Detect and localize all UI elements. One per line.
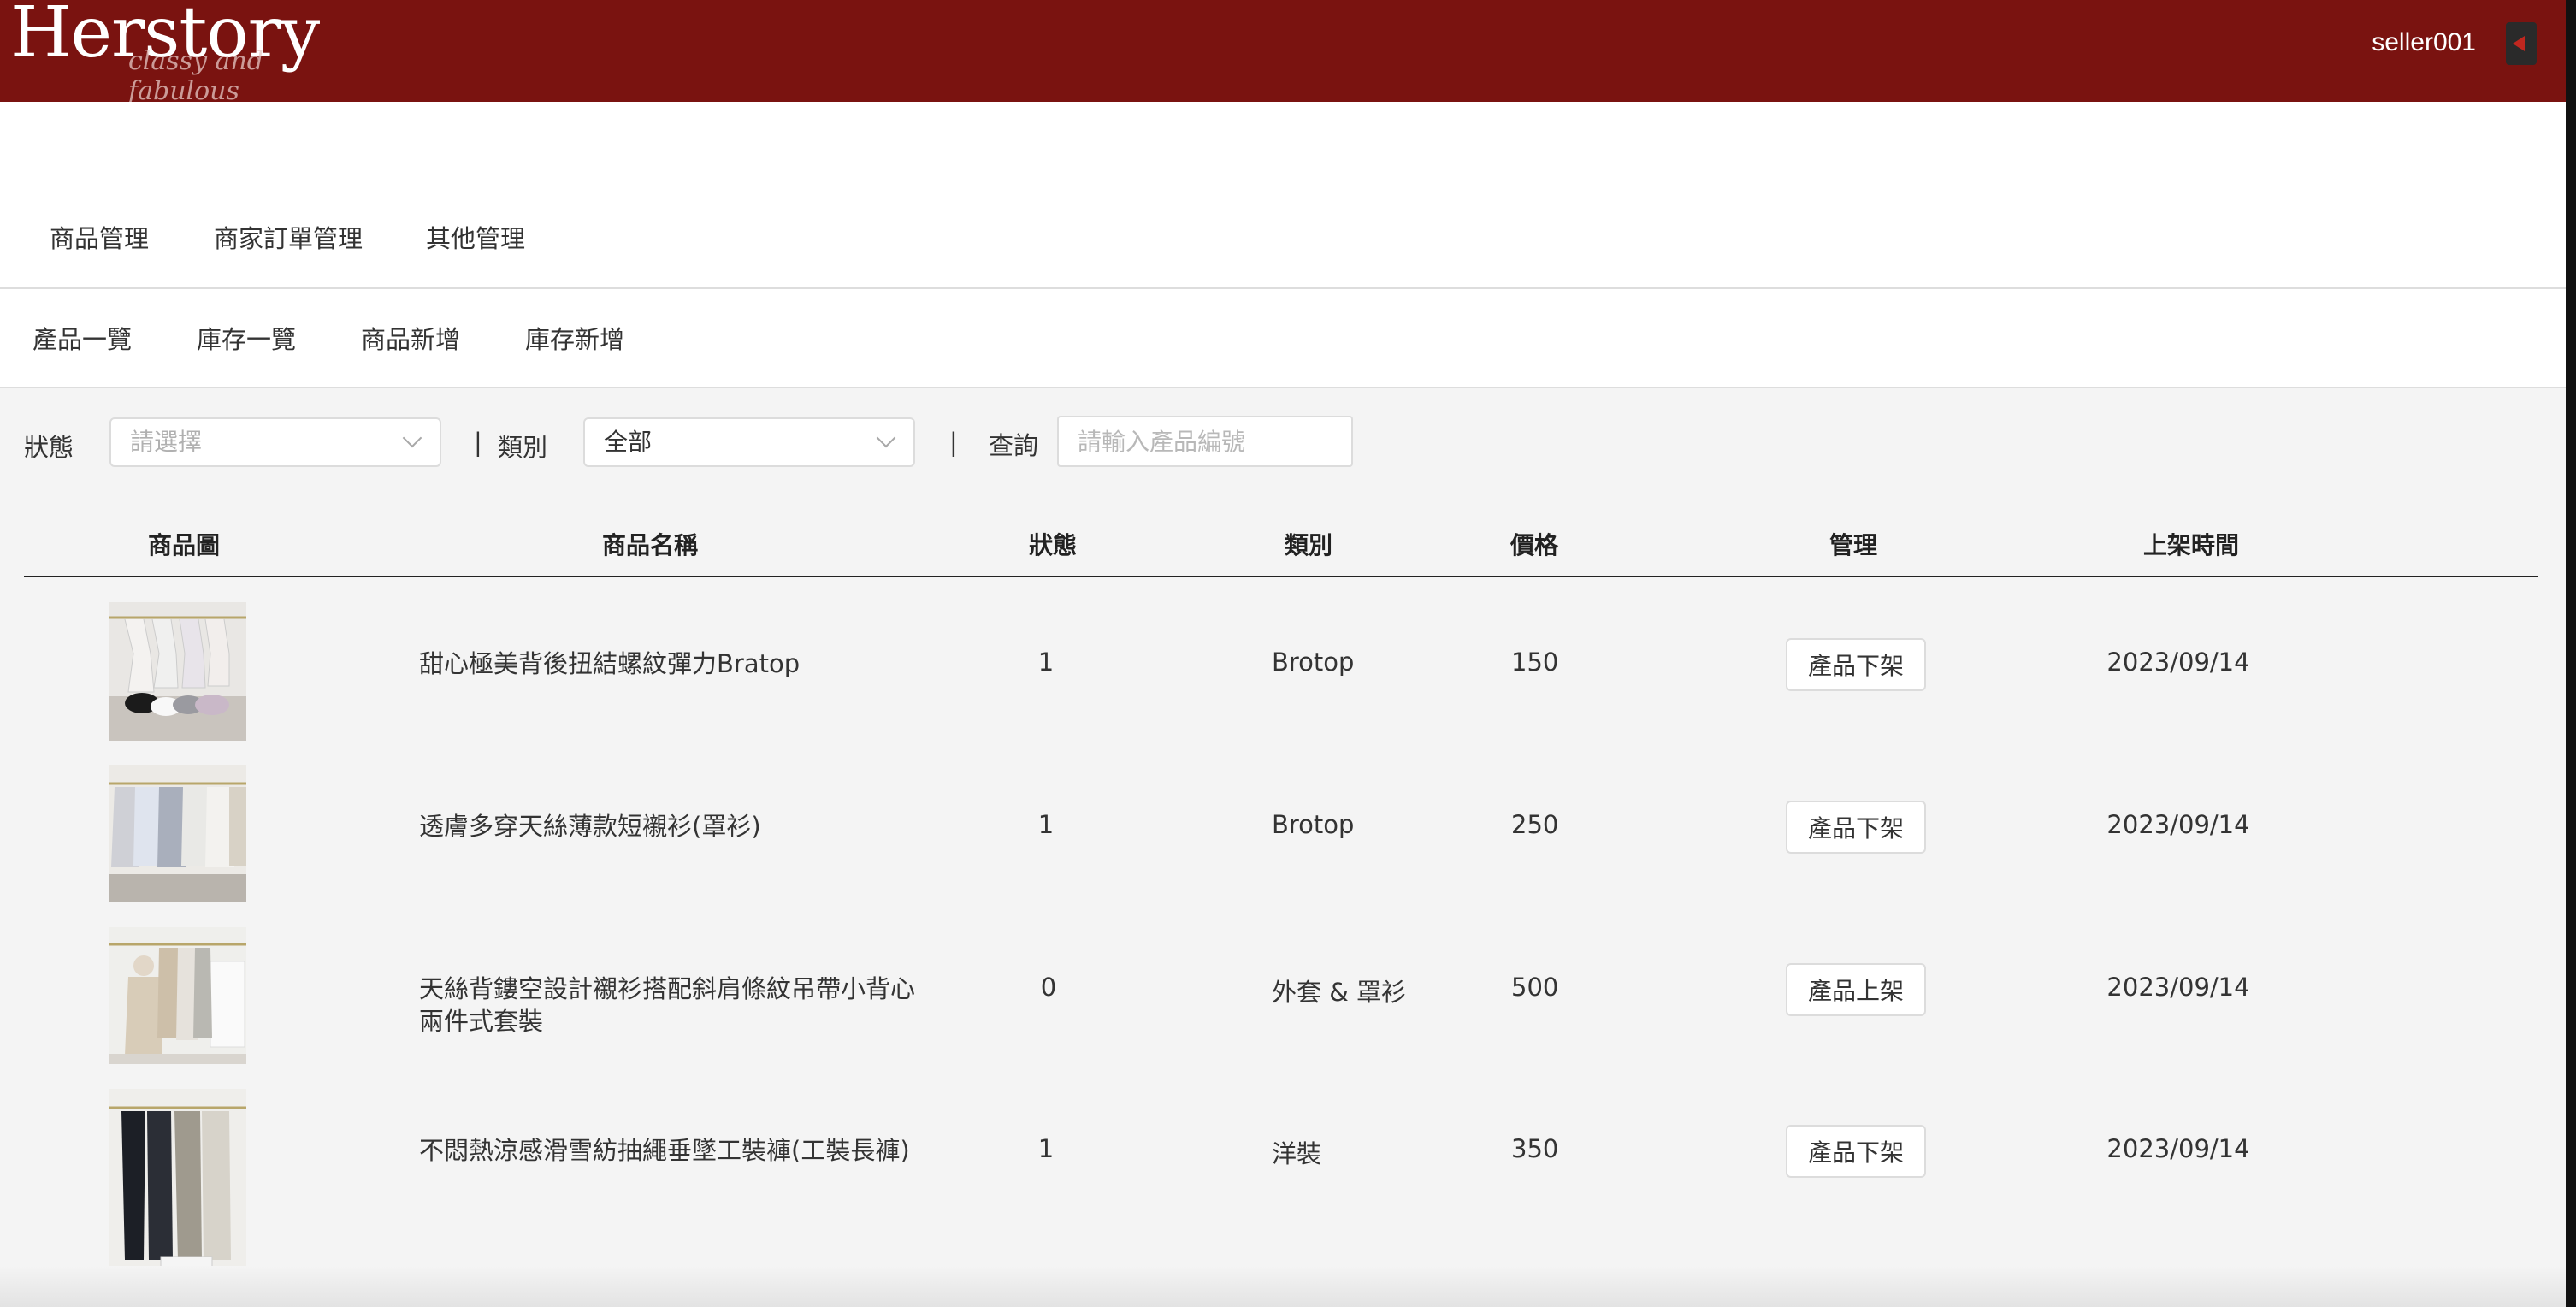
column-header-status: 狀態 (1028, 531, 1078, 559)
window-edge (2566, 0, 2576, 1307)
product-price: 500 (1511, 973, 1559, 1002)
table-row: 透膚多穿天絲薄款短襯衫(罩衫) 1 Brotop 250 產品下架 2023/0… (0, 765, 2566, 927)
subnav-item-add-inventory[interactable]: 庫存新增 (525, 320, 624, 356)
logo-tagline: classy and fabulous (128, 46, 263, 106)
subnav-item-add-product[interactable]: 商品新增 (361, 320, 460, 356)
product-id-search-input[interactable] (1057, 416, 1353, 467)
table-row: 不悶熱涼感滑雪紡抽繩垂墜工裝褲(工裝長褲) 1 洋裝 350 產品下架 2023… (0, 1089, 2566, 1273)
product-image[interactable] (109, 602, 246, 741)
unlist-product-button[interactable]: 產品下架 (1786, 1125, 1926, 1178)
nav-item-order-management[interactable]: 商家訂單管理 (214, 219, 363, 255)
filter-separator: | (474, 428, 482, 457)
sub-nav: 產品一覽 庫存一覽 商品新增 庫存新增 (0, 287, 2566, 388)
main-nav: 商品管理 商家訂單管理 其他管理 (0, 102, 2566, 289)
category-filter-label: 類別 (498, 433, 548, 462)
subnav-item-inventory-list[interactable]: 庫存一覽 (197, 320, 296, 356)
product-name: 天絲背鏤空設計襯衫搭配斜肩條紋吊帶小背心兩件式套裝 (419, 974, 916, 1036)
nav-item-other-management[interactable]: 其他管理 (426, 219, 525, 255)
product-category: Brotop (1272, 810, 1355, 839)
product-name: 甜心極美背後扭結螺紋彈力Bratop (419, 649, 801, 678)
nav-item-product-management[interactable]: 商品管理 (50, 219, 149, 255)
list-product-button[interactable]: 產品上架 (1786, 963, 1926, 1016)
column-header-image: 商品圖 (147, 531, 221, 559)
product-category: 外套 & 罩衫 (1272, 978, 1407, 1007)
unlist-product-button[interactable]: 產品下架 (1786, 638, 1926, 691)
filter-bar: 狀態 請選擇 | 類別 全部 | 查詢 (0, 387, 2566, 489)
filter-separator: | (949, 428, 958, 457)
listed-date: 2023/09/14 (2106, 810, 2250, 839)
product-status: 1 (1037, 648, 1055, 677)
bottom-edge (0, 1266, 2566, 1307)
product-image[interactable] (109, 1089, 246, 1273)
chevron-down-icon (876, 428, 896, 448)
search-label: 查詢 (989, 431, 1039, 460)
product-image[interactable] (109, 765, 246, 902)
username-label[interactable]: seller001 (2372, 28, 2476, 57)
subnav-item-product-list[interactable]: 產品一覽 (32, 320, 132, 356)
unlist-product-button[interactable]: 產品下架 (1786, 801, 1926, 854)
product-price: 350 (1511, 1134, 1559, 1163)
chevron-down-icon (402, 428, 422, 448)
status-select-value: 請選擇 (130, 428, 203, 456)
logout-icon[interactable] (2506, 22, 2537, 65)
product-price: 250 (1511, 810, 1559, 839)
column-header-price: 價格 (1510, 531, 1559, 559)
status-filter-label: 狀態 (24, 433, 74, 462)
status-select[interactable]: 請選擇 (109, 417, 441, 467)
product-status: 1 (1037, 1134, 1055, 1163)
product-category: Brotop (1272, 648, 1355, 677)
table-header-divider (24, 576, 2538, 577)
listed-date: 2023/09/14 (2106, 1134, 2250, 1163)
listed-date: 2023/09/14 (2106, 973, 2250, 1002)
table-row: 天絲背鏤空設計襯衫搭配斜肩條紋吊帶小背心兩件式套裝 0 外套 & 罩衫 500 … (0, 927, 2566, 1090)
product-price: 150 (1511, 648, 1559, 677)
column-header-listed-date: 上架時間 (2142, 531, 2240, 559)
product-image[interactable] (109, 927, 246, 1064)
table-row: 甜心極美背後扭結螺紋彈力Bratop 1 Brotop 150 產品下架 202… (0, 602, 2566, 765)
brand-logo[interactable]: Herstory classy and fabulous (10, 0, 352, 106)
product-category: 洋裝 (1272, 1139, 1322, 1168)
category-select[interactable]: 全部 (583, 417, 915, 467)
product-status: 1 (1037, 810, 1055, 839)
product-name: 不悶熱涼感滑雪紡抽繩垂墜工裝褲(工裝長褲) (419, 1136, 910, 1165)
product-status: 0 (1040, 973, 1057, 1002)
column-header-name: 商品名稱 (601, 531, 699, 559)
category-select-value: 全部 (604, 428, 653, 456)
column-header-manage: 管理 (1829, 531, 1878, 559)
top-header-bar: Herstory classy and fabulous seller001 (0, 0, 2566, 106)
product-name: 透膚多穿天絲薄款短襯衫(罩衫) (419, 812, 761, 841)
listed-date: 2023/09/14 (2106, 648, 2250, 677)
column-header-category: 類別 (1284, 531, 1333, 559)
